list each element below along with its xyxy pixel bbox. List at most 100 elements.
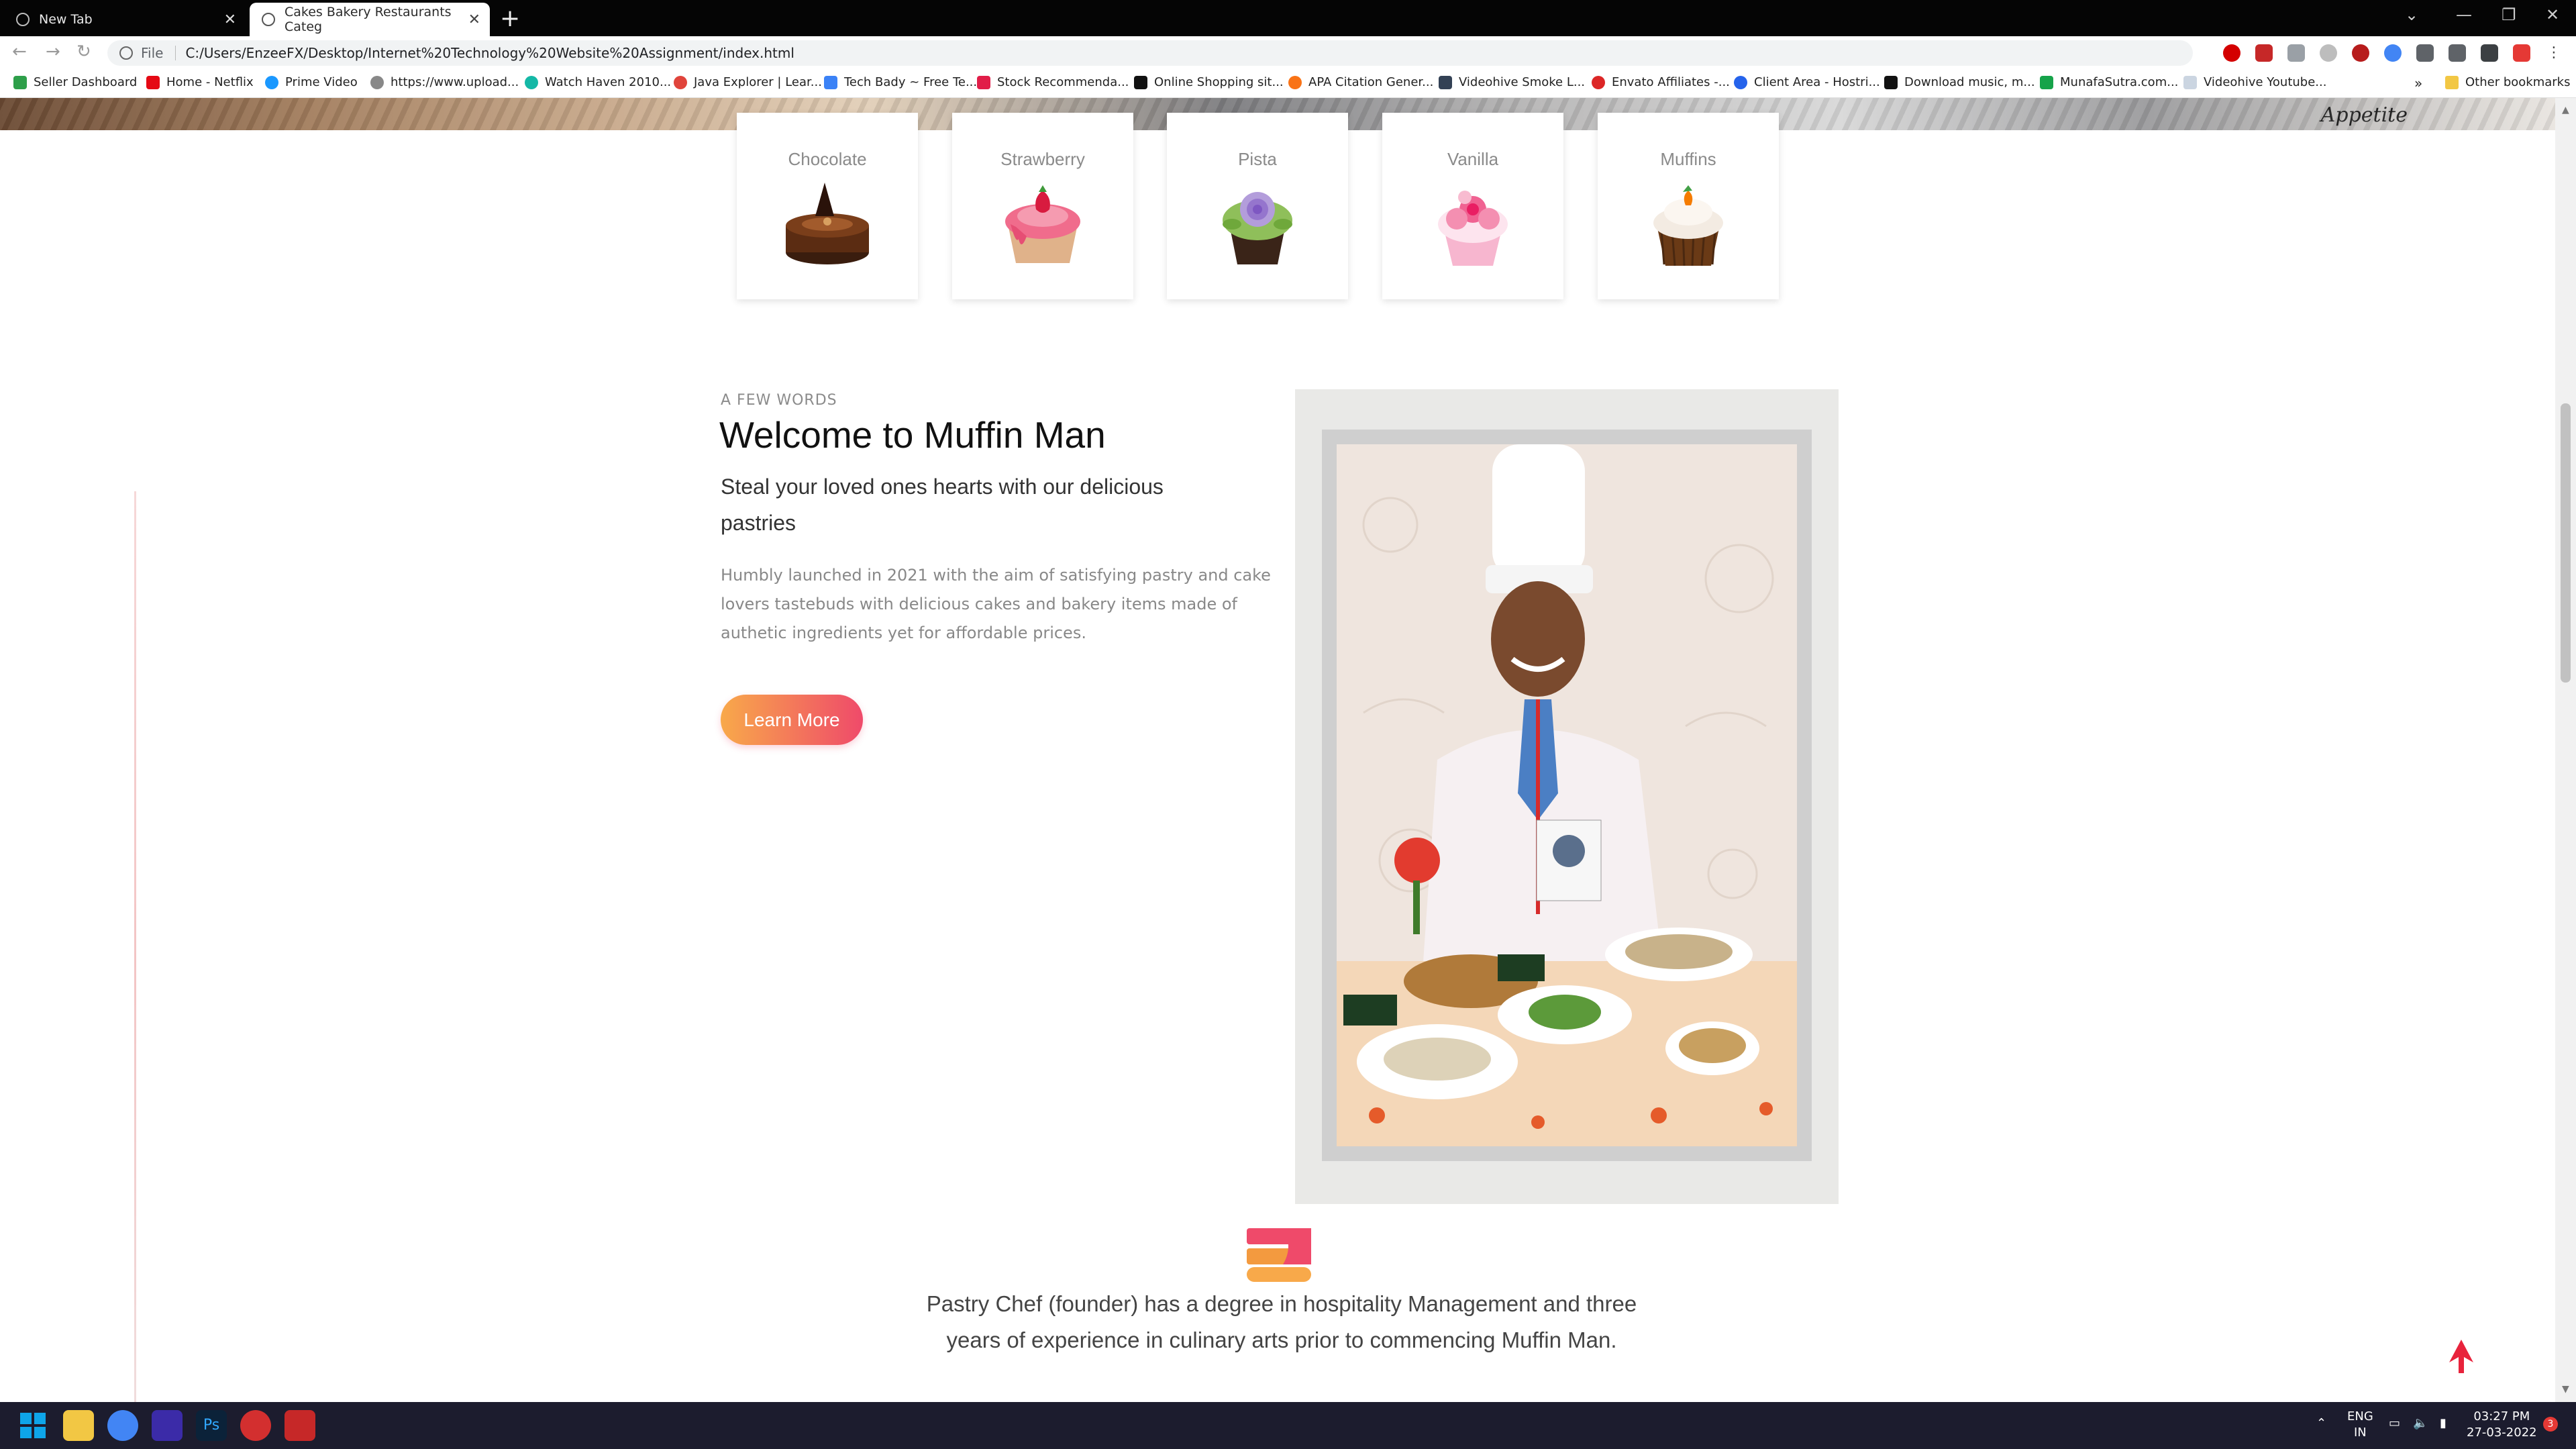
- side-panel-icon[interactable]: [2481, 44, 2498, 62]
- url-text[interactable]: C:/Users/EnzeeFX/Desktop/Internet%20Tech…: [185, 45, 794, 61]
- chocolate-cake-icon: [786, 183, 869, 264]
- volume-icon[interactable]: 🔈: [2413, 1415, 2428, 1432]
- bookmark-label: Seller Dashboard: [34, 75, 138, 89]
- bookmark[interactable]: Videohive Smoke L...: [1439, 75, 1585, 89]
- bookmark[interactable]: Client Area - Hostri...: [1734, 75, 1880, 89]
- strawberry-cupcake-icon: [1005, 185, 1080, 263]
- clock[interactable]: 03:27 PM 27-03-2022: [2467, 1409, 2537, 1441]
- category-name: Vanilla: [1447, 149, 1499, 169]
- bookmark-label: Online Shopping sit...: [1154, 75, 1284, 89]
- google-icon[interactable]: [2384, 44, 2402, 62]
- network-icon[interactable]: ▭: [2389, 1415, 2400, 1432]
- bookmark[interactable]: APA Citation Gener...: [1288, 75, 1433, 89]
- bookmark[interactable]: Envato Affiliates -...: [1592, 75, 1730, 89]
- scroll-to-top-icon[interactable]: [2449, 1340, 2473, 1373]
- reader-icon[interactable]: [2287, 44, 2305, 62]
- bookmark[interactable]: Online Shopping sit...: [1134, 75, 1284, 89]
- other-bookmarks-folder[interactable]: Other bookmarks: [2445, 75, 2570, 89]
- media-app-icon[interactable]: [240, 1410, 271, 1441]
- opera-icon[interactable]: [2223, 44, 2240, 62]
- bookmark[interactable]: Watch Haven 2010...: [525, 75, 671, 89]
- tab-search-icon[interactable]: ⌄: [2405, 5, 2418, 24]
- bookmark-label: Client Area - Hostri...: [1754, 75, 1880, 89]
- scrollbar-thumb[interactable]: [2561, 403, 2571, 683]
- reload-icon[interactable]: ↻: [76, 42, 91, 62]
- close-icon[interactable]: ✕: [224, 11, 236, 28]
- bookmark-label: Other bookmarks: [2465, 75, 2571, 89]
- chevron-up-icon[interactable]: ⌃: [2316, 1415, 2326, 1432]
- bookmark[interactable]: Home - Netflix: [146, 75, 254, 89]
- hosting-icon: [1734, 75, 1747, 89]
- category-card-pista[interactable]: Pista: [1167, 113, 1348, 299]
- bookmark-label: Videohive Smoke L...: [1459, 75, 1586, 89]
- category-card-chocolate[interactable]: Chocolate: [737, 113, 918, 299]
- bookmark[interactable]: Stock Recommenda...: [977, 75, 1129, 89]
- minimize-icon[interactable]: —: [2456, 5, 2472, 24]
- language-indicator[interactable]: ENG IN: [2347, 1409, 2373, 1441]
- close-window-icon[interactable]: ✕: [2546, 5, 2559, 24]
- citation-icon: [1288, 75, 1302, 89]
- tab-title: New Tab: [39, 12, 93, 27]
- bookmark[interactable]: Prime Video: [265, 75, 358, 89]
- bookmark-label: Tech Bady ~ Free Te...: [844, 75, 978, 89]
- region-code: IN: [2354, 1426, 2367, 1440]
- bookmark[interactable]: Seller Dashboard: [13, 75, 137, 89]
- hero-script-text: Appetite: [2320, 103, 2408, 127]
- adblock-icon[interactable]: [2352, 44, 2369, 62]
- notification-badge[interactable]: 3: [2543, 1417, 2558, 1432]
- bookmark-label: Prime Video: [285, 75, 358, 89]
- tab-new-tab[interactable]: New Tab ✕: [4, 3, 246, 36]
- learn-more-button[interactable]: Learn More: [721, 695, 863, 745]
- file-explorer-icon[interactable]: [63, 1410, 94, 1441]
- scroll-up-icon[interactable]: ▲: [2562, 105, 2569, 115]
- address-bar[interactable]: File C:/Users/EnzeeFX/Desktop/Internet%2…: [107, 40, 2193, 66]
- bookmark-label: Download music, m...: [1904, 75, 2035, 89]
- forward-icon[interactable]: →: [46, 42, 60, 62]
- decorative-line: [134, 491, 136, 1402]
- battery-icon[interactable]: ▮: [2440, 1415, 2446, 1432]
- back-icon[interactable]: ←: [12, 42, 27, 62]
- bookmark-label: Watch Haven 2010...: [545, 75, 672, 89]
- category-card-vanilla[interactable]: Vanilla: [1382, 113, 1563, 299]
- clock-date: 27-03-2022: [2467, 1426, 2537, 1440]
- puzzle-icon[interactable]: [2416, 44, 2434, 62]
- bookmark-label: MunafaSutra.com...: [2060, 75, 2179, 89]
- language-code: ENG: [2347, 1409, 2373, 1423]
- bookmark[interactable]: MunafaSutra.com...: [2040, 75, 2178, 89]
- category-card-strawberry[interactable]: Strawberry: [952, 113, 1133, 299]
- more-bookmarks-button[interactable]: »: [2414, 75, 2422, 91]
- profile-icon[interactable]: [2513, 44, 2530, 62]
- bookmark[interactable]: Tech Bady ~ Free Te...: [824, 75, 977, 89]
- close-icon[interactable]: ✕: [468, 11, 480, 28]
- pdf-extension-icon[interactable]: [2255, 44, 2273, 62]
- chef-photo-frame: [1295, 389, 1839, 1204]
- premiere-icon[interactable]: [152, 1410, 183, 1441]
- windows-start-icon[interactable]: [17, 1410, 48, 1441]
- page-scrollbar[interactable]: ▲ ▼: [2555, 98, 2576, 1402]
- menu-icon[interactable]: ⋮: [2545, 44, 2563, 62]
- section-eyebrow: A FEW WORDS: [721, 392, 837, 409]
- reading-list-icon[interactable]: [2449, 44, 2466, 62]
- category-name: Muffins: [1660, 149, 1716, 169]
- site-info-icon[interactable]: [119, 46, 133, 60]
- pista-cupcake-icon: [1223, 192, 1292, 264]
- shield-icon[interactable]: [2320, 44, 2337, 62]
- windows-taskbar: Ps ⌃ ENG IN ▭ 🔈 ▮ 03:27 PM 27-03-2022 3: [0, 1402, 2576, 1449]
- bookmark[interactable]: Java Explorer | Lear...: [674, 75, 822, 89]
- bookmark-label: Java Explorer | Lear...: [694, 75, 822, 89]
- acrobat-icon[interactable]: [285, 1410, 315, 1441]
- restore-icon[interactable]: ❐: [2502, 5, 2516, 24]
- chrome-icon[interactable]: [107, 1410, 138, 1441]
- bookmark-label: https://www.upload...: [391, 75, 519, 89]
- stock-icon: [977, 75, 990, 89]
- bookmark[interactable]: https://www.upload...: [370, 75, 519, 89]
- bookmark-label: Videohive Youtube...: [2204, 75, 2327, 89]
- tab-cakes-bakery[interactable]: Cakes Bakery Restaurants Categ ✕: [250, 3, 490, 36]
- photoshop-icon[interactable]: Ps: [196, 1410, 227, 1441]
- screen: New Tab ✕ Cakes Bakery Restaurants Categ…: [0, 0, 2576, 1449]
- scroll-down-icon[interactable]: ▼: [2562, 1384, 2569, 1395]
- bookmark[interactable]: Videohive Youtube...: [2183, 75, 2326, 89]
- new-tab-button[interactable]: +: [500, 5, 520, 32]
- bookmark[interactable]: Download music, m...: [1884, 75, 2035, 89]
- category-card-muffins[interactable]: Muffins: [1598, 113, 1779, 299]
